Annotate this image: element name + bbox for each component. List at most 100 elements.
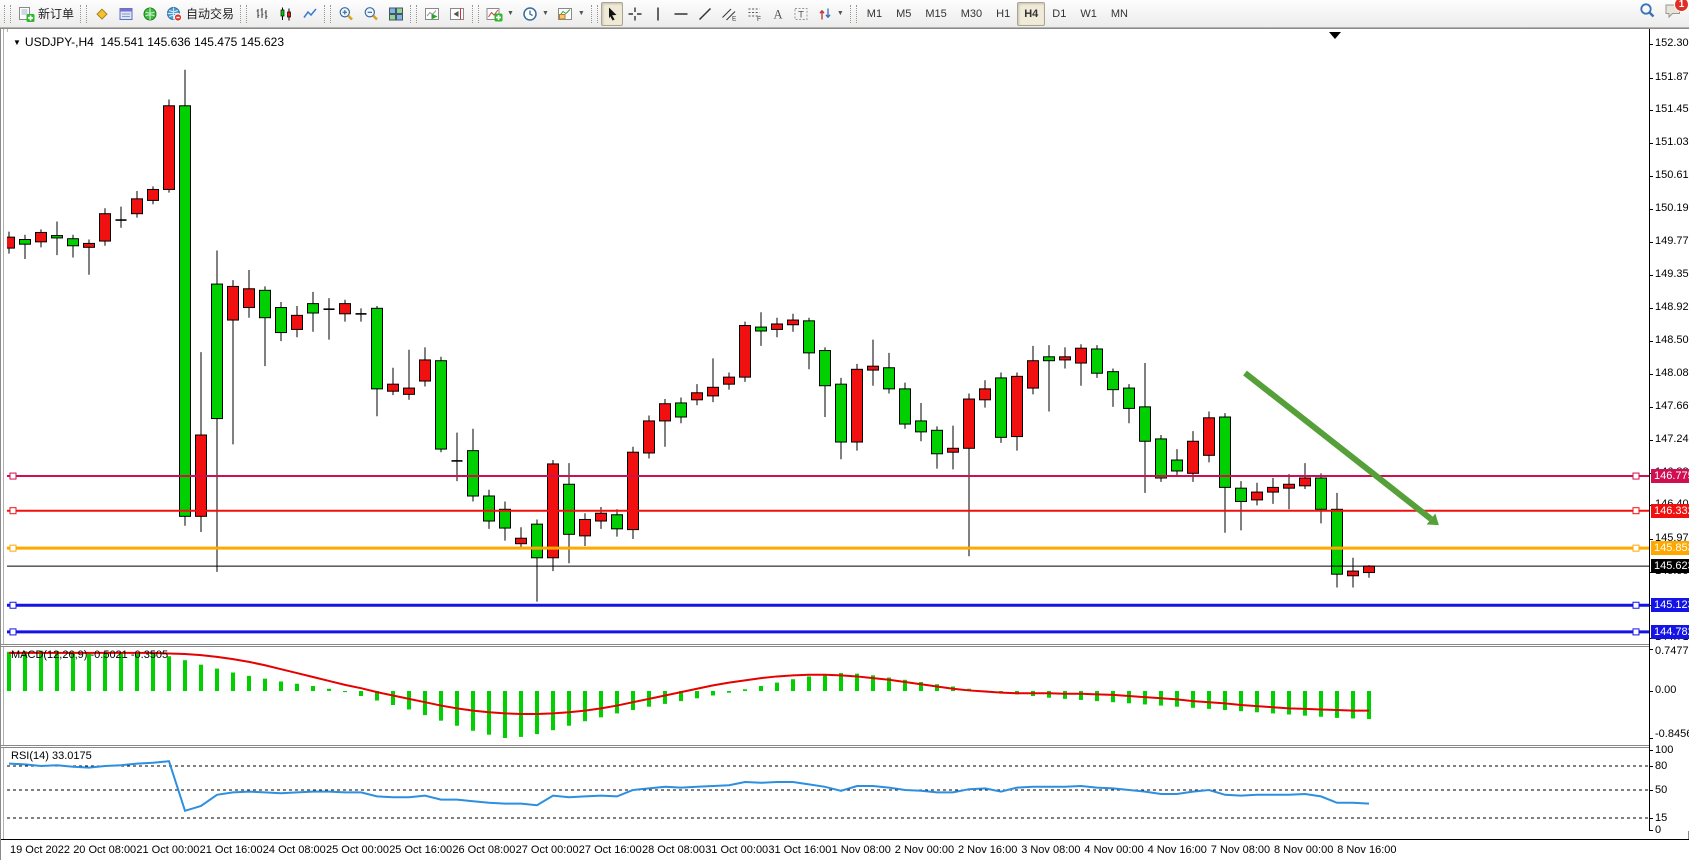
- arrows-icon: [817, 6, 833, 22]
- candlestick-chart-canvas[interactable]: [7, 32, 1649, 644]
- line-handle[interactable]: [1633, 545, 1639, 551]
- timeframe-m30-button[interactable]: M30: [954, 2, 989, 26]
- data-window-button[interactable]: [114, 2, 138, 26]
- price-axis[interactable]: 152.300151.870151.450151.030150.610150.1…: [1649, 29, 1689, 831]
- market-watch-button[interactable]: [90, 2, 114, 26]
- navigator-button[interactable]: [138, 2, 162, 26]
- trend-arrow-annotation[interactable]: [1245, 373, 1439, 525]
- timeframe-h4-button[interactable]: H4: [1017, 2, 1045, 26]
- dropdown-arrow-icon[interactable]: ▼: [578, 10, 585, 17]
- new-order-button[interactable]: 新订单: [14, 2, 78, 26]
- collapse-triangle-icon[interactable]: ▼: [13, 38, 21, 47]
- svg-text:E: E: [732, 15, 737, 22]
- macd-canvas[interactable]: [7, 647, 1649, 745]
- macd-panel[interactable]: MACD(12,26,9) -0.5021 -0.3505: [7, 647, 1649, 745]
- macd-histogram-bar: [343, 691, 347, 692]
- candle: [148, 186, 159, 204]
- chart-shift-marker[interactable]: [1329, 32, 1341, 39]
- rsi-panel[interactable]: RSI(14) 33.0175: [7, 748, 1649, 839]
- crosshair-icon: [627, 6, 643, 22]
- timeframe-m15-button[interactable]: M15: [918, 2, 953, 26]
- toolbar-grip: [850, 5, 857, 23]
- indicators-button[interactable]: ▼: [482, 2, 518, 26]
- trendline-button[interactable]: [693, 2, 717, 26]
- horizontal-line-object[interactable]: [7, 473, 1649, 479]
- timeframe-m1-button[interactable]: M1: [860, 2, 889, 26]
- candlestick-chart-button[interactable]: [274, 2, 298, 26]
- candle: [1284, 474, 1295, 509]
- line-handle[interactable]: [10, 473, 16, 479]
- candle: [1124, 384, 1135, 423]
- tile-windows-button[interactable]: [384, 2, 408, 26]
- text-label-button[interactable]: T: [789, 2, 813, 26]
- time-tick-label: 28 Oct 08:00: [642, 844, 705, 856]
- auto-scroll-icon: [424, 6, 441, 22]
- line-handle[interactable]: [10, 545, 16, 551]
- rsi-axis-label: 50: [1655, 784, 1667, 796]
- templates-button[interactable]: ▼: [553, 2, 589, 26]
- zoom-in-button[interactable]: [334, 2, 359, 26]
- chart-shift-button[interactable]: [445, 2, 470, 26]
- candle: [1188, 431, 1199, 482]
- symbol-period-label: USDJPY-,H4: [25, 35, 94, 49]
- rsi-canvas[interactable]: [7, 748, 1649, 839]
- line-handle[interactable]: [1633, 473, 1639, 479]
- line-handle[interactable]: [1633, 508, 1639, 514]
- horizontal-line-object[interactable]: [7, 508, 1649, 514]
- horizontal-line-object[interactable]: [7, 545, 1649, 551]
- dropdown-arrow-icon[interactable]: ▼: [542, 10, 549, 17]
- line-handle[interactable]: [10, 602, 16, 608]
- time-tick-label: 7 Nov 08:00: [1211, 844, 1270, 856]
- macd-histogram-bar: [279, 681, 283, 691]
- horizontal-line-button[interactable]: [669, 2, 693, 26]
- macd-histogram-bar: [663, 691, 667, 704]
- timeframe-mn-button[interactable]: MN: [1104, 2, 1135, 26]
- dropdown-arrow-icon[interactable]: ▼: [837, 10, 844, 17]
- candle: [276, 302, 287, 341]
- horizontal-line-object[interactable]: [7, 629, 1649, 635]
- axis-tick: [1649, 539, 1653, 540]
- macd-histogram-bar: [807, 676, 811, 691]
- time-tick-label: 27 Oct 16:00: [579, 844, 642, 856]
- data-window-icon: [118, 6, 134, 22]
- autotrading-button[interactable]: 自动交易: [162, 2, 238, 26]
- macd-histogram-bar: [1095, 691, 1099, 701]
- timeframe-h1-button[interactable]: H1: [989, 2, 1017, 26]
- equidistant-channel-button[interactable]: E: [717, 2, 742, 26]
- horizontal-line-object[interactable]: [7, 602, 1649, 608]
- text-button[interactable]: A: [767, 2, 789, 26]
- line-handle[interactable]: [1633, 602, 1639, 608]
- periods-button[interactable]: ▼: [518, 2, 553, 26]
- vertical-line-button[interactable]: [647, 2, 669, 26]
- candle: [516, 527, 527, 548]
- macd-histogram-bar: [551, 691, 555, 730]
- candle: [356, 308, 367, 321]
- timeframe-w1-button[interactable]: W1: [1073, 2, 1104, 26]
- cursor-button[interactable]: [601, 2, 623, 26]
- macd-histogram-bar: [199, 665, 203, 691]
- line-handle[interactable]: [1633, 629, 1639, 635]
- line-chart-button[interactable]: [298, 2, 322, 26]
- macd-histogram-bar: [791, 679, 795, 691]
- line-handle[interactable]: [10, 508, 16, 514]
- line-handle[interactable]: [10, 629, 16, 635]
- price-chart-panel[interactable]: ▼USDJPY-,H4 145.541 145.636 145.475 145.…: [7, 32, 1649, 644]
- auto-scroll-button[interactable]: [420, 2, 445, 26]
- timeframe-d1-button[interactable]: D1: [1045, 2, 1073, 26]
- zoom-out-button[interactable]: [359, 2, 384, 26]
- search-button[interactable]: [1639, 2, 1656, 19]
- chat-button[interactable]: 1: [1664, 2, 1683, 19]
- crosshair-button[interactable]: [623, 2, 647, 26]
- time-axis[interactable]: 19 Oct 202220 Oct 08:0021 Oct 00:0021 Oc…: [1, 839, 1689, 860]
- fibonacci-button[interactable]: F: [742, 2, 767, 26]
- time-tick-label: 1 Nov 08:00: [832, 844, 891, 856]
- candle: [484, 490, 495, 529]
- current-price-flag: 145.623: [1651, 559, 1689, 573]
- price-tick-label: 150.190: [1655, 202, 1689, 214]
- arrows-button[interactable]: ▼: [813, 2, 848, 26]
- macd-histogram-bar: [1319, 691, 1323, 717]
- bar-chart-button[interactable]: [250, 2, 274, 26]
- price-tick-label: 150.610: [1655, 169, 1689, 181]
- timeframe-m5-button[interactable]: M5: [889, 2, 918, 26]
- dropdown-arrow-icon[interactable]: ▼: [507, 10, 514, 17]
